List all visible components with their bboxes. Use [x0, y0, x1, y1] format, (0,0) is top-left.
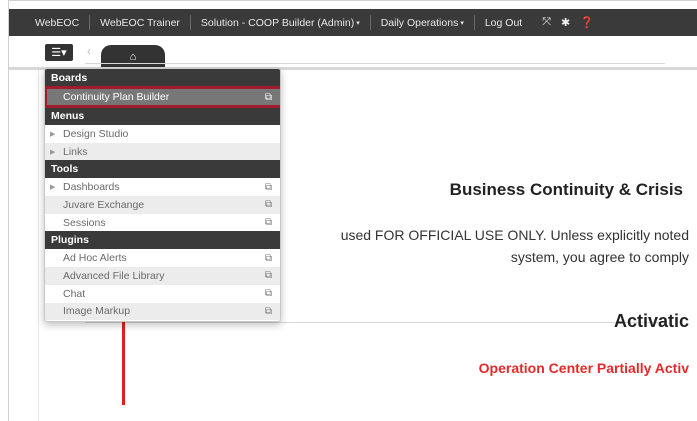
menu-item-label: Ad Hoc Alerts [63, 252, 127, 265]
open-in-new-window-icon[interactable]: ⧉ [265, 182, 272, 193]
menu-item-image-markup[interactable]: Image Markup ⧉ [45, 302, 280, 321]
usage-notice-line2: system, you agree to comply [510, 249, 689, 265]
topbar-item-solution-coop-builder-admin[interactable]: Solution - COOP Builder (Admin) ▾ [191, 15, 371, 30]
menu-item-chat[interactable]: Chat ⧉ [45, 284, 280, 303]
open-in-new-window-icon[interactable]: ⧉ [265, 270, 272, 281]
menu-item-continuity-plan-builder[interactable]: Continuity Plan Builder ⧉ [45, 86, 280, 108]
left-gutter [0, 0, 9, 421]
help-icon[interactable]: ❓ [580, 16, 594, 29]
menu-item-label: Design Studio [63, 127, 129, 140]
scroll-tabs-left-icon[interactable]: ‹ [87, 44, 91, 58]
menu-item-label: Sessions [63, 216, 106, 229]
activation-title: Activatic [613, 311, 689, 331]
activation-status: Operation Center Partially Activ [478, 360, 689, 376]
topbar-item-label: Daily Operations [380, 16, 459, 29]
top-navigation-bar: WebEOC WebEOC Trainer Solution - COOP Buil… [9, 9, 697, 36]
expand-arrow-icon[interactable]: ▶ [50, 130, 55, 138]
board-heading: Business Continuity & Crisis [449, 180, 683, 199]
menu-item-juvare-exchange[interactable]: Juvare Exchange ⧉ [45, 196, 280, 214]
open-in-new-window-icon[interactable]: ⧉ [265, 199, 272, 210]
menu-item-ad-hoc-alerts[interactable]: Ad Hoc Alerts ⧉ [45, 249, 280, 268]
topbar-item-label: WebEOC [35, 16, 80, 29]
gear-icon[interactable]: ✱ [561, 16, 570, 29]
menu-item-label: Juvare Exchange [63, 198, 145, 211]
expand-arrow-icon[interactable]: ▶ [50, 148, 55, 156]
menu-section-header: Plugins [45, 231, 280, 250]
menu-item-links[interactable]: ▶ Links [45, 142, 280, 161]
open-in-new-window-icon[interactable]: ⧉ [265, 306, 272, 317]
topbar-icons: ⤧ ✱ ❓ [532, 16, 594, 29]
menu-item-label: Continuity Plan Builder [63, 91, 170, 103]
menu-item-label: Advanced File Library [63, 269, 165, 282]
expand-arrow-icon[interactable]: ▶ [50, 183, 55, 191]
menu-item-design-studio[interactable]: ▶ Design Studio [45, 125, 280, 143]
menu-item-label: Image Markup [63, 305, 131, 318]
topbar-item-label: Solution - COOP Builder (Admin) [200, 16, 355, 29]
topbar-item-log-out[interactable]: Log Out [475, 15, 532, 30]
main-menu-dropdown: Boards Continuity Plan Builder ⧉ Menus ▶ Desi… [44, 68, 281, 322]
menu-section-header: Menus [45, 107, 280, 125]
usage-notice-line1: used FOR OFFICIAL USE ONLY. Unless expli… [340, 227, 689, 243]
open-in-new-window-icon[interactable]: ⧉ [265, 217, 272, 228]
open-in-new-window-icon[interactable]: ⧉ [265, 92, 272, 103]
menu-item-dashboards[interactable]: ▶ Dashboards ⧉ [45, 178, 280, 197]
topbar-item-webeoc[interactable]: WebEOC [9, 15, 91, 30]
topbar-item-webeoc-trainer[interactable]: WebEOC Trainer [90, 15, 191, 30]
open-in-new-window-icon[interactable]: ⧉ [265, 288, 272, 299]
menu-section-header: Boards [45, 69, 280, 87]
open-in-new-window-icon[interactable]: ⧉ [265, 253, 272, 264]
menu-item-advanced-file-library[interactable]: Advanced File Library ⧉ [45, 267, 280, 285]
topbar-item-label: Log Out [484, 16, 523, 29]
expand-icon[interactable]: ⤧ [542, 16, 551, 29]
topbar-item-daily-operations[interactable]: Daily Operations ▾ [371, 15, 475, 30]
menu-item-label: Dashboards [63, 181, 120, 194]
topbar-item-label: WebEOC Trainer [100, 16, 180, 29]
menu-item-label: Links [63, 145, 88, 158]
chevron-down-icon: ▾ [460, 19, 464, 27]
home-icon: ⌂ [129, 50, 137, 63]
menu-item-sessions[interactable]: Sessions ⧉ [45, 213, 280, 232]
menu-item-label: Chat [63, 287, 86, 300]
menu-section-header: Tools [45, 160, 280, 179]
chevron-down-icon: ▾ [356, 19, 360, 27]
main-menu-button[interactable]: ☰▾ [45, 44, 73, 61]
